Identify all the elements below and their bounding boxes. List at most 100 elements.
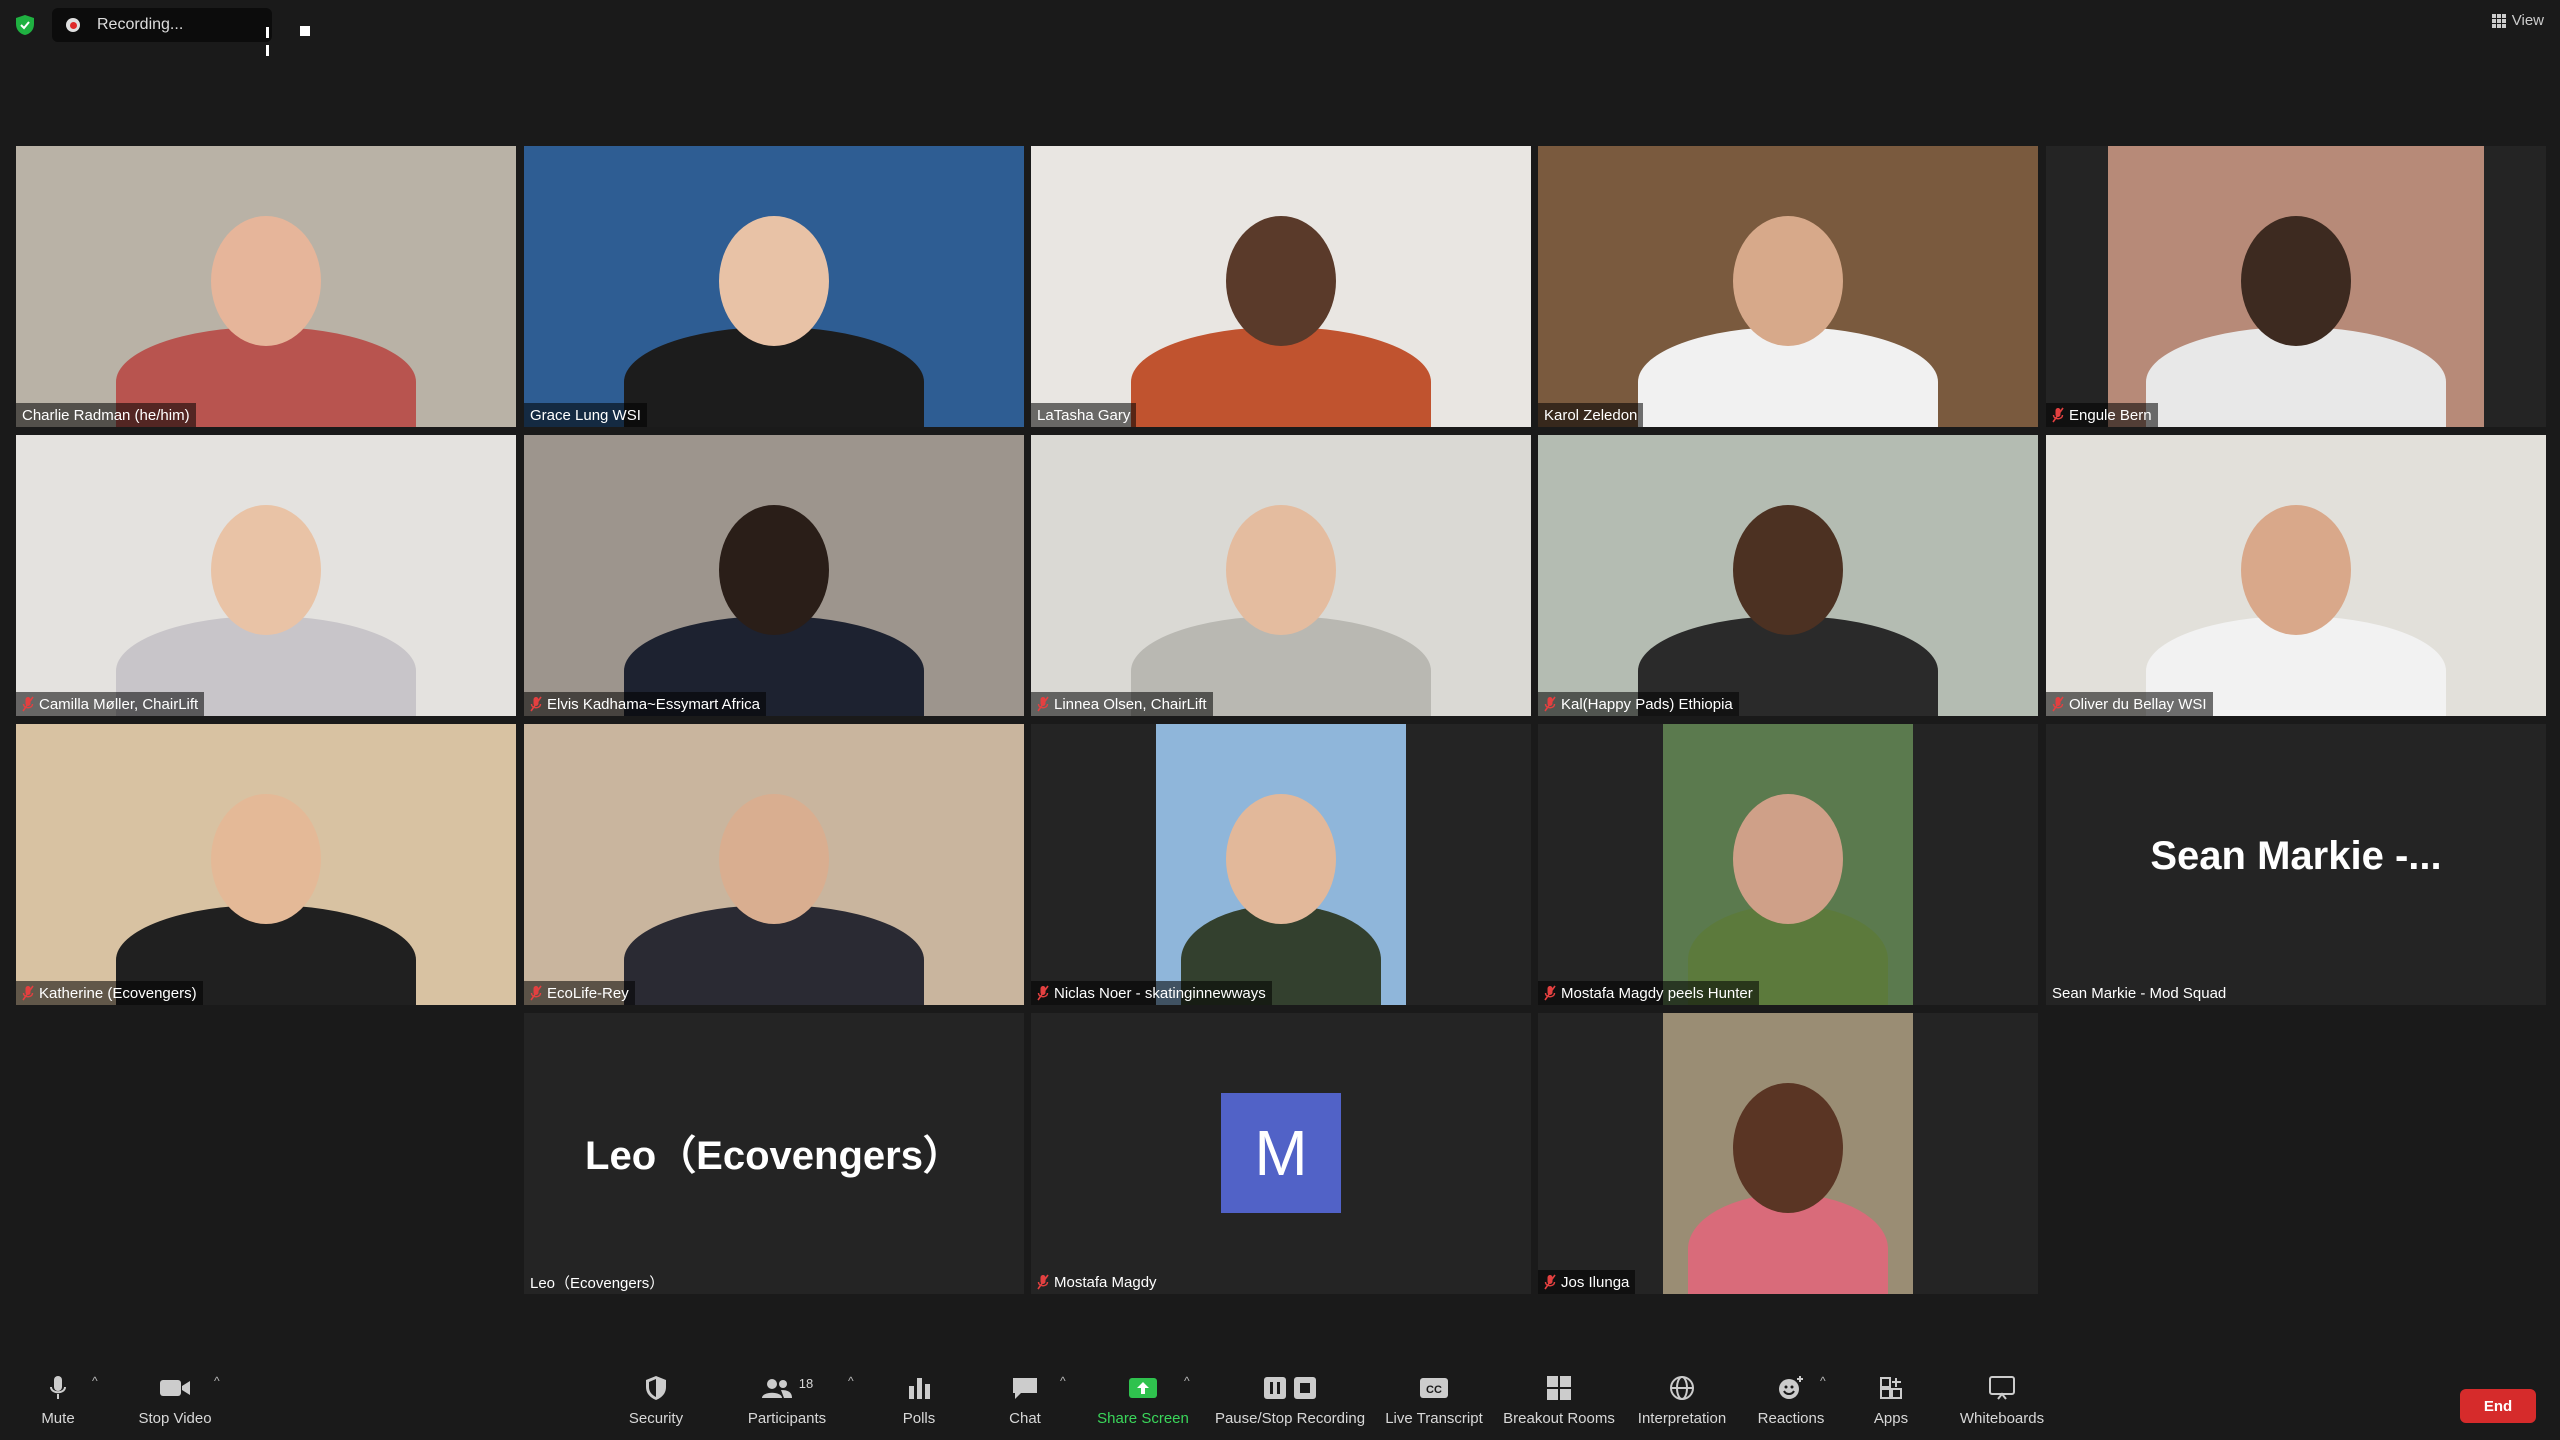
- smiley-plus-icon: [1779, 1376, 1803, 1399]
- whiteboards-button[interactable]: Whiteboards: [1956, 1372, 2048, 1427]
- participant-name-tag: Mostafa Magdy: [1031, 1270, 1163, 1294]
- muted-microphone-icon: [1544, 985, 1556, 1001]
- participant-tile[interactable]: Katherine (Ecovengers): [16, 724, 516, 1005]
- participant-name-tag: Leo（Ecovengers）: [524, 1270, 670, 1294]
- audio-options-chevron-icon[interactable]: ^: [92, 1374, 98, 1388]
- participant-name-tag: Mostafa Magdy peels Hunter: [1538, 981, 1759, 1005]
- participant-video: [524, 435, 1024, 716]
- pause-recording-icon[interactable]: [266, 25, 272, 61]
- participant-face: [211, 216, 321, 346]
- participant-tile[interactable]: Jos Ilunga: [1538, 1013, 2038, 1294]
- closed-caption-icon: CC: [1420, 1378, 1448, 1398]
- participant-name: Kal(Happy Pads) Ethiopia: [1561, 695, 1733, 713]
- chat-button[interactable]: Chat: [1004, 1372, 1046, 1427]
- participant-tile[interactable]: Charlie Radman (he/him): [16, 146, 516, 427]
- participant-face: [1733, 794, 1843, 924]
- participant-video: [524, 146, 1024, 427]
- participant-name-tag: Grace Lung WSI: [524, 403, 647, 427]
- svg-text:CC: CC: [1426, 1384, 1442, 1396]
- interpretation-button[interactable]: Interpretation: [1634, 1372, 1730, 1427]
- participant-name: Mostafa Magdy peels Hunter: [1561, 984, 1753, 1002]
- mute-button[interactable]: Mute: [30, 1372, 86, 1427]
- participant-tile[interactable]: EcoLife-Rey: [524, 724, 1024, 1005]
- participant-avatar: M: [1221, 1093, 1341, 1213]
- participant-name-tag: Camilla Møller, ChairLift: [16, 692, 205, 716]
- participant-tile[interactable]: M Mostafa Magdy: [1031, 1013, 1531, 1294]
- chat-label: Chat: [1009, 1410, 1041, 1427]
- participant-tile[interactable]: Mostafa Magdy peels Hunter: [1538, 724, 2038, 1005]
- participant-video: [2108, 146, 2484, 427]
- live-transcript-button[interactable]: CC Live Transcript: [1384, 1372, 1484, 1427]
- participant-tile[interactable]: Grace Lung WSI: [524, 146, 1024, 427]
- muted-microphone-icon: [1544, 696, 1556, 712]
- participant-face: [719, 794, 829, 924]
- security-shield-icon[interactable]: [14, 14, 36, 36]
- muted-microphone-icon: [2052, 407, 2064, 423]
- participant-video: [1538, 146, 2038, 427]
- participant-video: [1031, 146, 1531, 427]
- participant-tile[interactable]: Camilla Møller, ChairLift: [16, 435, 516, 716]
- participant-video: [1156, 724, 1406, 1005]
- participant-name: Elvis Kadhama~Essymart Africa: [547, 695, 760, 713]
- participant-name: Karol Zeledon: [1544, 406, 1638, 424]
- participants-button[interactable]: 18 Participants: [742, 1372, 832, 1428]
- participant-face: [211, 505, 321, 635]
- participant-name: Jos Ilunga: [1561, 1273, 1630, 1291]
- participant-name-tag: Katherine (Ecovengers): [16, 981, 203, 1005]
- stop-video-button[interactable]: Stop Video: [132, 1372, 218, 1427]
- reactions-button[interactable]: Reactions: [1756, 1372, 1826, 1427]
- security-button[interactable]: Security: [620, 1372, 692, 1427]
- participant-name-tag: EcoLife-Rey: [524, 981, 635, 1005]
- pause-stop-recording-label: Pause/Stop Recording: [1214, 1410, 1366, 1427]
- participant-tile[interactable]: Kal(Happy Pads) Ethiopia: [1538, 435, 2038, 716]
- share-screen-button[interactable]: Share Screen: [1094, 1372, 1192, 1427]
- participant-tile[interactable]: LaTasha Gary: [1031, 146, 1531, 427]
- muted-microphone-icon: [22, 696, 34, 712]
- muted-microphone-icon: [1544, 1274, 1556, 1290]
- share-options-chevron-icon[interactable]: ^: [1184, 1374, 1190, 1388]
- globe-icon: [1670, 1376, 1694, 1400]
- participant-face: [719, 216, 829, 346]
- participant-name: Engule Bern: [2069, 406, 2152, 424]
- participant-tile[interactable]: Engule Bern: [2046, 146, 2546, 427]
- participant-tile[interactable]: Linnea Olsen, ChairLift: [1031, 435, 1531, 716]
- participant-name-tag: Karol Zeledon: [1538, 403, 1644, 427]
- participants-count: 18: [798, 1375, 814, 1391]
- participant-video: [16, 435, 516, 716]
- end-meeting-button[interactable]: End: [2460, 1389, 2536, 1423]
- participant-tile[interactable]: Niclas Noer - skatinginnewways: [1031, 724, 1531, 1005]
- breakout-rooms-icon: [1547, 1376, 1571, 1400]
- participant-tile[interactable]: Oliver du Bellay WSI: [2046, 435, 2546, 716]
- participant-name-tag: Jos Ilunga: [1538, 1270, 1636, 1294]
- breakout-rooms-button[interactable]: Breakout Rooms: [1502, 1372, 1616, 1427]
- participant-name: Charlie Radman (he/him): [22, 406, 190, 424]
- participant-tile[interactable]: Leo（Ecovengers） Leo（Ecovengers）: [524, 1013, 1024, 1294]
- participant-video: [524, 724, 1024, 1005]
- video-camera-icon: [160, 1380, 190, 1396]
- recording-indicator: Recording...: [52, 8, 310, 56]
- participant-tile[interactable]: Karol Zeledon: [1538, 146, 2038, 427]
- grid-view-icon: [2491, 13, 2506, 28]
- view-button[interactable]: View: [2491, 12, 2544, 29]
- muted-microphone-icon: [1037, 1274, 1049, 1290]
- participant-face: [719, 505, 829, 635]
- participants-options-chevron-icon[interactable]: ^: [848, 1374, 854, 1388]
- muted-microphone-icon: [22, 985, 34, 1001]
- stop-recording-icon[interactable]: [300, 26, 310, 36]
- pause-stop-recording-button[interactable]: Pause/Stop Recording: [1214, 1372, 1366, 1427]
- recording-label: Recording...: [97, 16, 184, 33]
- participant-video: [1663, 724, 1913, 1005]
- participant-name-tag: Linnea Olsen, ChairLift: [1031, 692, 1213, 716]
- polls-button[interactable]: Polls: [898, 1372, 940, 1427]
- participant-face: [2241, 505, 2351, 635]
- participant-video: [1538, 435, 2038, 716]
- apps-button[interactable]: Apps: [1872, 1372, 1910, 1427]
- chat-options-chevron-icon[interactable]: ^: [1060, 1374, 1066, 1388]
- muted-microphone-icon: [530, 696, 542, 712]
- participant-tile[interactable]: Elvis Kadhama~Essymart Africa: [524, 435, 1024, 716]
- muted-microphone-icon: [2052, 696, 2064, 712]
- reactions-options-chevron-icon[interactable]: ^: [1820, 1374, 1826, 1388]
- participant-name: LaTasha Gary: [1037, 406, 1131, 424]
- video-options-chevron-icon[interactable]: ^: [214, 1374, 220, 1388]
- participant-tile[interactable]: Sean Markie -... Sean Markie - Mod Squad: [2046, 724, 2546, 1005]
